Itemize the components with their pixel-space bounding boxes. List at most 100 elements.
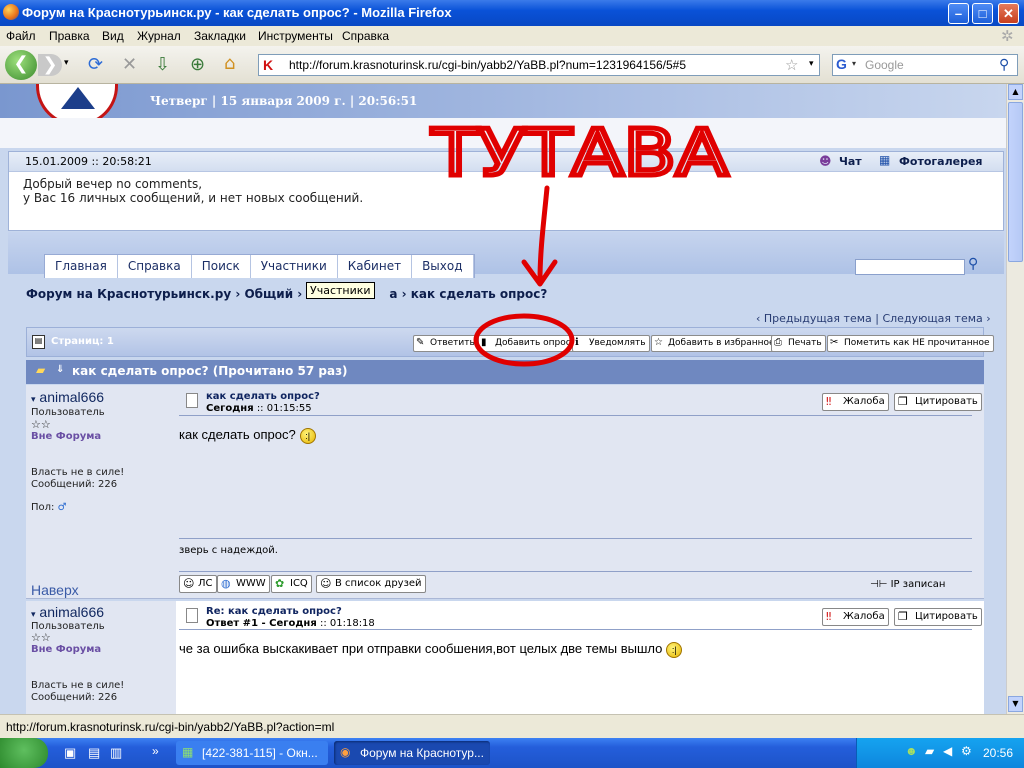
window-title-bar: Форум на Краснотурьинск.ру - как сделать… — [0, 0, 1024, 26]
post-title[interactable]: Re: как сделать опрос? — [206, 606, 342, 617]
system-tray: ☻ ▰ ◀ ⚙ 20:56 — [856, 738, 1024, 768]
user-text: Власть не в силе! — [31, 467, 125, 478]
sort-down-icon[interactable]: ⇓ — [56, 364, 64, 375]
search-box[interactable]: G ▾ Google ⚲ — [832, 54, 1018, 76]
forum-search-input[interactable] — [855, 259, 965, 275]
gender-label: Пол: ♂ — [31, 502, 67, 513]
quicklaunch-icon-2[interactable]: ▤ — [88, 745, 100, 761]
tab-help[interactable]: Справка — [118, 255, 192, 278]
notify-button[interactable]: ℹ Уведомлять — [572, 335, 650, 352]
maximize-button[interactable]: □ — [972, 3, 993, 24]
print-button[interactable]: ⎙ Печать — [771, 335, 826, 352]
back-icon[interactable]: ❮ — [5, 50, 37, 80]
minimize-button[interactable]: – — [948, 3, 969, 24]
tray-android-icon[interactable]: ☻ — [905, 744, 918, 758]
post-count: Сообщений: 226 — [31, 692, 118, 703]
www-button[interactable]: ◍ WWW — [217, 575, 270, 593]
quicklaunch-icon-3[interactable]: ▥ — [110, 745, 122, 761]
back-to-top-link[interactable]: Наверх — [31, 582, 79, 598]
quote-icon: ❐ — [898, 395, 908, 408]
rank-stars-icon: ☆☆ — [31, 418, 51, 431]
topic-title-bar: ▰ ⇓ как сделать опрос? (Прочитано 57 раз… — [26, 360, 984, 384]
menu-tools[interactable]: Инструменты — [258, 29, 333, 43]
crumb-general[interactable]: Общий — [244, 287, 293, 301]
breadcrumb: Форум на Краснотурьинск.ру › Общий › Раа… — [26, 287, 548, 301]
vertical-scrollbar[interactable]: ▲ ▼ — [1006, 84, 1024, 714]
post-signature: зверь с надеждой. — [179, 545, 278, 556]
menu-view[interactable]: Вид — [102, 29, 124, 43]
notify-icon: ℹ — [575, 337, 579, 348]
quote-button[interactable]: ❐ Цитировать — [894, 393, 982, 411]
menu-help[interactable]: Справка — [342, 29, 389, 43]
folder-icon: ▰ — [36, 363, 46, 377]
url-bar[interactable]: K http://forum.krasnoturinsk.ru/cgi-bin/… — [258, 54, 820, 76]
icq-button[interactable]: ✿ ICQ — [271, 575, 312, 593]
tray-network-icon[interactable]: ▰ — [925, 744, 934, 758]
bookmark-star-icon[interactable]: ☆ — [785, 56, 798, 74]
add-favorite-button[interactable]: ☆ Добавить в избранное — [651, 335, 779, 352]
post-username: animal666 — [39, 389, 105, 405]
tray-volume-icon[interactable]: ◀ — [943, 744, 952, 758]
report-button[interactable]: ‼ Жалоба — [822, 393, 889, 411]
task-window-1[interactable]: ▦ [422-381-115] - Окн... — [176, 741, 328, 765]
search-go-icon[interactable]: ⚲ — [999, 56, 1009, 73]
start-button[interactable] — [0, 738, 48, 768]
post-title[interactable]: как сделать опрос? — [206, 391, 320, 402]
add-poll-button[interactable]: ▮ Добавить опрос — [478, 335, 575, 352]
user-rank: Пользователь — [31, 407, 105, 418]
post: ▾ animal666 Пользователь ☆☆ Вне Форума В… — [26, 385, 984, 599]
report-icon: ‼ — [826, 395, 832, 408]
ip-logged: ⊣⊢ IP записан — [870, 579, 946, 590]
menu-bookmarks[interactable]: Закладки — [194, 29, 246, 43]
download-icon[interactable]: ⇩ — [155, 54, 170, 75]
home-icon[interactable]: ⌂ — [224, 53, 235, 74]
scroll-thumb[interactable] — [1008, 102, 1023, 262]
smiley-icon: :| — [666, 641, 683, 658]
new-tab-icon[interactable]: ⊕ — [190, 54, 205, 75]
report-icon: ‼ — [826, 610, 832, 623]
tab-profile[interactable]: Кабинет — [338, 255, 413, 278]
menu-file[interactable]: Файл — [6, 29, 36, 43]
menu-edit[interactable]: Правка — [49, 29, 90, 43]
page-content: Четверг | 15 января 2009 г. | 20:56:51 1… — [0, 84, 1006, 714]
close-button[interactable]: ✕ — [998, 3, 1019, 24]
stop-icon[interactable]: ✕ — [122, 54, 137, 75]
next-topic-link[interactable]: Следующая тема › — [882, 312, 990, 325]
task-window-2[interactable]: ◉ Форум на Краснотур... — [334, 741, 490, 765]
add-friend-button[interactable]: ☺ В список друзей — [316, 575, 426, 593]
window-title: Форум на Краснотурьинск.ру - как сделать… — [22, 5, 452, 20]
pm-icon: ☺ — [183, 577, 195, 590]
scroll-down-icon[interactable]: ▼ — [1008, 696, 1023, 712]
pm-button[interactable]: ☺ ЛС — [179, 575, 217, 593]
quote-button[interactable]: ❐ Цитировать — [894, 608, 982, 626]
history-dropdown-icon[interactable]: ▾ — [64, 58, 69, 68]
forum-search-icon[interactable]: ⚲ — [968, 256, 978, 272]
post-message: как сделать опрос?:| — [179, 427, 316, 444]
printer-icon: ⎙ — [774, 337, 782, 348]
gallery-link[interactable]: Фотогалерея — [899, 155, 982, 168]
menu-history[interactable]: Журнал — [137, 29, 181, 43]
tab-home[interactable]: Главная — [45, 255, 118, 278]
mark-unread-button[interactable]: ✂ Пометить как НЕ прочитанное — [827, 335, 994, 352]
forward-icon[interactable]: ❯ — [38, 54, 62, 76]
reload-icon[interactable]: ⟳ — [88, 54, 103, 75]
tab-members[interactable]: Участники — [251, 255, 338, 278]
crumb-forum[interactable]: Форум на Краснотурьинск.ру — [26, 287, 231, 301]
tab-logout[interactable]: Выход — [412, 255, 474, 278]
report-button[interactable]: ‼ Жалоба — [822, 608, 889, 626]
reply-button[interactable]: ✎ Ответить — [413, 335, 479, 352]
url-dropdown-icon[interactable]: ▾ — [809, 58, 814, 69]
friends-icon: ☺ — [320, 577, 332, 590]
tab-search[interactable]: Поиск — [192, 255, 251, 278]
engine-dropdown-icon[interactable]: ▾ — [852, 59, 856, 68]
scroll-up-icon[interactable]: ▲ — [1008, 84, 1023, 100]
crumb-topic: как сделать опрос? — [410, 287, 548, 301]
chat-link[interactable]: Чат — [839, 155, 862, 168]
quicklaunch-more-icon[interactable]: » — [152, 744, 159, 758]
quicklaunch-icon-1[interactable]: ▣ — [64, 745, 76, 761]
tray-misc-icon[interactable]: ⚙ — [961, 744, 972, 758]
ip-icon: ⊣⊢ — [870, 579, 888, 590]
messages-info[interactable]: у Вас 16 личных сообщений, и нет новых с… — [23, 191, 363, 205]
post-icon — [186, 608, 198, 623]
prev-topic-link[interactable]: ‹ Предыдущая тема — [756, 312, 872, 325]
